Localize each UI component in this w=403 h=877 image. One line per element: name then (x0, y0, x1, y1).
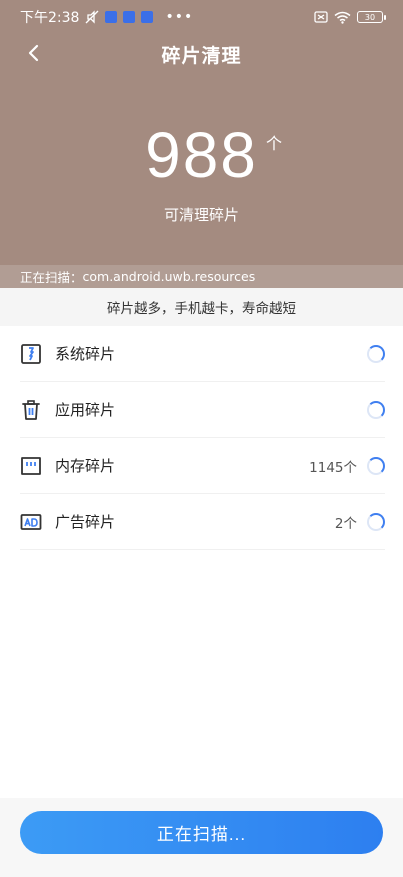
loading-spinner-icon (367, 400, 385, 419)
sd-card-icon (20, 455, 42, 477)
status-right: 30 (314, 11, 386, 24)
scan-button[interactable]: 正在扫描... (20, 811, 383, 854)
loading-spinner-icon (367, 456, 385, 475)
fragment-count-label: 可清理碎片 (163, 206, 239, 224)
scan-label: 正在扫描： (20, 270, 83, 285)
fragment-count-value: 988 (145, 119, 258, 191)
status-bar: 下午2:38 ••• 30 (0, 0, 403, 34)
scan-current-item: com.android.uwb.resources (82, 269, 256, 284)
list-item-count: 2个 (334, 515, 357, 532)
list-item-count: 1145个 (309, 459, 357, 476)
tip-text: 碎片越多，手机越卡，寿命越短 (107, 301, 296, 317)
system-fragment-icon (20, 343, 42, 365)
battery-indicator: 30 (357, 11, 386, 23)
list-item-status: 1145个 (309, 456, 385, 476)
more-notifications-icon: ••• (165, 9, 194, 25)
list-item-label: 内存碎片 (55, 457, 116, 475)
list-item-ad-fragment[interactable]: 广告碎片 2个 (20, 494, 385, 550)
list-item-system-fragment[interactable]: 系统碎片 (20, 326, 385, 382)
sim-icon (314, 11, 328, 23)
fragment-count: 988 个 (0, 118, 403, 192)
list-item-status: 2个 (335, 512, 385, 532)
loading-spinner-icon (367, 344, 385, 363)
list-item-label: 系统碎片 (55, 345, 116, 363)
back-button[interactable] (18, 38, 48, 68)
chevron-left-icon (28, 44, 39, 62)
trash-icon (20, 399, 42, 421)
list-item-label: 广告碎片 (55, 513, 116, 531)
wifi-icon (334, 11, 351, 24)
mute-icon (85, 10, 99, 24)
list-item-status (357, 400, 385, 419)
tip-bar: 碎片越多，手机越卡，寿命越短 (0, 288, 403, 326)
list-item-label: 应用碎片 (55, 401, 116, 419)
ad-icon (20, 511, 42, 533)
status-left: 下午2:38 ••• (20, 7, 193, 27)
app-notification-icon (105, 11, 118, 23)
page-title: 碎片清理 (161, 44, 242, 67)
fragment-count-unit: 个 (266, 134, 283, 153)
nav-bar: 碎片清理 (0, 34, 403, 74)
app-notification-icon (141, 11, 154, 23)
scan-progress-strip: 正在扫描： com.android.uwb.resources (0, 265, 403, 288)
list-item-status (357, 344, 385, 363)
summary-header: 下午2:38 ••• 30 碎片清理 988 个 可清理碎片 正在扫描： com… (0, 0, 403, 288)
fragment-list: 系统碎片 应用碎片 内存碎片 1145个 广告碎片 2个 (0, 326, 403, 550)
list-item-memory-fragment[interactable]: 内存碎片 1145个 (20, 438, 385, 494)
loading-spinner-icon (367, 512, 385, 531)
status-time: 下午2:38 (20, 10, 80, 26)
list-item-app-fragment[interactable]: 应用碎片 (20, 382, 385, 438)
app-notification-icon (123, 11, 136, 23)
